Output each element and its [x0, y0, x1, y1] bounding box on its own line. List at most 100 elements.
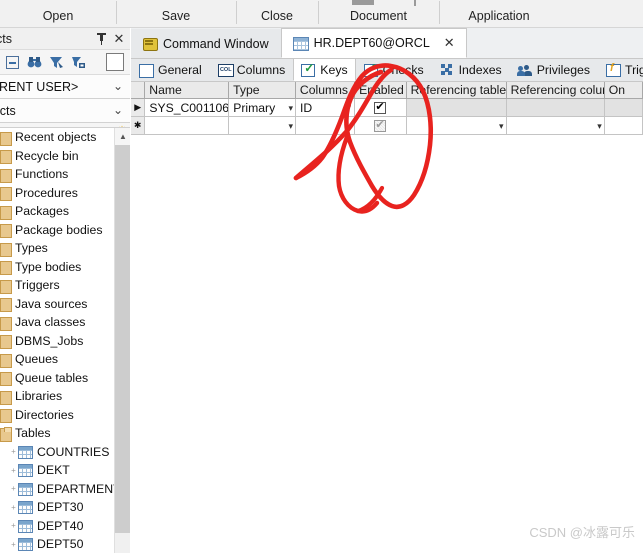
expander-icon[interactable]: +	[9, 466, 18, 475]
tree-item-functions[interactable]: Functions	[0, 165, 113, 184]
grid-cell-enabled[interactable]	[355, 117, 407, 134]
tree-item-package-bodies[interactable]: Package bodies	[0, 221, 113, 240]
expander-icon[interactable]: +	[9, 447, 18, 456]
expander-icon[interactable]: +	[9, 521, 18, 530]
filter-icon[interactable]	[47, 53, 66, 72]
grid-column-header[interactable]: Referencing columns	[506, 82, 605, 98]
grid-cell-name[interactable]: SYS_C0011066	[145, 99, 230, 116]
property-tab-general[interactable]: General	[131, 59, 210, 81]
enabled-checkbox[interactable]	[374, 100, 387, 114]
tree-item-java-sources[interactable]: Java sources	[0, 295, 113, 314]
tree-item-recent-objects[interactable]: Recent objects	[0, 128, 113, 147]
property-tab-indexes[interactable]: Indexes	[431, 59, 510, 81]
tree-item-dept50[interactable]: + DEPT50	[0, 535, 113, 553]
expander-icon[interactable]: +	[9, 484, 18, 493]
tree-item-dept30[interactable]: + DEPT30	[0, 498, 113, 517]
tree-item-dept40[interactable]: + DEPT40	[0, 517, 113, 536]
ribbon-group-application[interactable]: Application	[439, 0, 559, 27]
grid-cell-columns[interactable]: ID ··	[295, 99, 356, 116]
tree-item-tables[interactable]: Tables	[0, 424, 113, 443]
tree-item-triggers[interactable]: Triggers	[0, 276, 113, 295]
grid-column-header[interactable]: Enabled	[355, 82, 407, 98]
grid-column-header[interactable]: Name	[145, 82, 230, 98]
row-selector[interactable]: ▶	[131, 99, 146, 116]
enabled-checkbox[interactable]	[374, 118, 387, 132]
tree-vertical-scrollbar[interactable]: ▲	[114, 128, 130, 553]
property-tab-columns[interactable]: Columns	[209, 59, 294, 81]
cell-dropdown-arrow-icon[interactable]: ▾	[288, 103, 293, 114]
tree-item-label: Libraries	[15, 389, 63, 404]
grid-column-header[interactable]: Referencing table	[406, 82, 507, 98]
ribbon-group-open[interactable]: Open	[0, 0, 116, 27]
tree-item-type-bodies[interactable]: Type bodies	[0, 258, 113, 277]
grid-cell-name[interactable]	[145, 117, 230, 134]
tree-item-libraries[interactable]: Libraries	[0, 387, 113, 406]
grid-column-header-label: On	[608, 83, 626, 97]
binoculars-icon[interactable]	[25, 53, 44, 72]
cell-dropdown-arrow-icon[interactable]: ▾	[597, 121, 602, 132]
tree-item-dbms-jobs[interactable]: DBMS_Jobs	[0, 332, 113, 351]
close-icon[interactable]: ✕	[444, 35, 455, 51]
tree-item-procedures[interactable]: Procedures	[0, 184, 113, 203]
cell-dropdown-arrow-icon[interactable]: ▾	[288, 121, 293, 132]
table-icon	[18, 538, 33, 552]
scroll-up-icon[interactable]: ▲	[115, 128, 130, 145]
grid-row[interactable]: ✱ ▾ ·· ▾ ▾	[131, 117, 643, 135]
close-icon[interactable]: ✕	[112, 31, 126, 47]
ribbon-group-close[interactable]: Close	[236, 0, 318, 27]
expander-icon[interactable]: +	[9, 540, 18, 549]
ribbon-group-document[interactable]: Document	[318, 0, 439, 27]
clipped-toolbar-icon	[352, 0, 374, 5]
cell-dropdown-arrow-icon[interactable]: ▾	[499, 121, 504, 132]
property-tab-checks[interactable]: Checks	[355, 59, 432, 81]
scrollbar-thumb[interactable]	[115, 145, 130, 533]
tree-item-queues[interactable]: Queues	[0, 350, 113, 369]
csdn-watermark: CSDN @冰露可乐	[529, 525, 635, 540]
object-tree-container: Recent objects Recycle bin Functions Proced…	[0, 127, 130, 553]
user-select[interactable]: RRENT USER> ⌄	[0, 75, 130, 99]
tree-item-types[interactable]: Types	[0, 239, 113, 258]
tree-item-queue-tables[interactable]: Queue tables	[0, 369, 113, 388]
grid-column-header[interactable]: On	[604, 82, 643, 98]
property-tab-trigger[interactable]: Trigger	[598, 59, 643, 81]
property-tab-label: Privileges	[536, 63, 591, 77]
triggers-icon	[606, 62, 622, 77]
row-selector[interactable]: ✱	[131, 117, 146, 134]
grid-cell-type[interactable]: Primary ▾	[229, 99, 296, 116]
grid-column-header[interactable]: Columns	[295, 82, 356, 98]
grid-cell-on[interactable]	[604, 117, 643, 134]
grid-cell-referencing-table[interactable]: ▾	[406, 117, 507, 134]
pin-icon[interactable]	[94, 31, 108, 47]
ribbon-group-close-label: Close	[261, 9, 293, 23]
grid-cell-referencing-columns[interactable]: ▾	[506, 117, 605, 134]
tree-item-label: COUNTRIES	[37, 444, 110, 459]
tree-item-dekt[interactable]: + DEKT	[0, 461, 113, 480]
window-tab-hr-dept60-orcl[interactable]: HR.DEPT60@ORCL ✕	[280, 28, 467, 58]
property-tab-keys[interactable]: Keys	[293, 59, 356, 81]
tree-item-departments[interactable]: + DEPARTMENTS	[0, 480, 129, 499]
object-browser-title: cts	[0, 31, 12, 46]
tree-item-directories[interactable]: Directories	[0, 406, 113, 425]
expander-icon[interactable]: +	[9, 503, 18, 512]
grid-row[interactable]: ▶ SYS_C0011066 Primary ▾ ID ··	[131, 99, 643, 117]
tree-item-java-classes[interactable]: Java classes	[0, 313, 113, 332]
object-type-select[interactable]: jects ⌄	[0, 99, 130, 123]
grid-cell-type[interactable]: ▾	[229, 117, 296, 134]
grid-column-header[interactable]: Type	[229, 82, 296, 98]
cell-ellipsis-button[interactable]: ··	[346, 118, 352, 130]
tree-item-label: DEKT	[37, 463, 70, 478]
tree-item-countries[interactable]: + COUNTRIES	[0, 443, 113, 462]
tree-item-recycle-bin[interactable]: Recycle bin	[0, 147, 113, 166]
key-filter-icon[interactable]	[69, 53, 88, 72]
window-tab-command-window[interactable]: Command Window	[131, 29, 281, 58]
tree-item-label: DEPT50	[37, 537, 84, 552]
object-tree[interactable]: Recent objects Recycle bin Functions Proced…	[0, 128, 129, 553]
grid-cell-enabled[interactable]	[355, 99, 407, 116]
tree-item-packages[interactable]: Packages	[0, 202, 113, 221]
property-tab-privileges[interactable]: Privileges	[509, 59, 599, 81]
collapse-icon[interactable]	[3, 53, 22, 72]
ribbon-group-save[interactable]: Save	[116, 0, 236, 27]
grid-cell-columns[interactable]: ··	[295, 117, 356, 134]
cell-ellipsis-button[interactable]: ··	[346, 100, 352, 112]
toolbar-overflow-box[interactable]	[106, 53, 124, 71]
